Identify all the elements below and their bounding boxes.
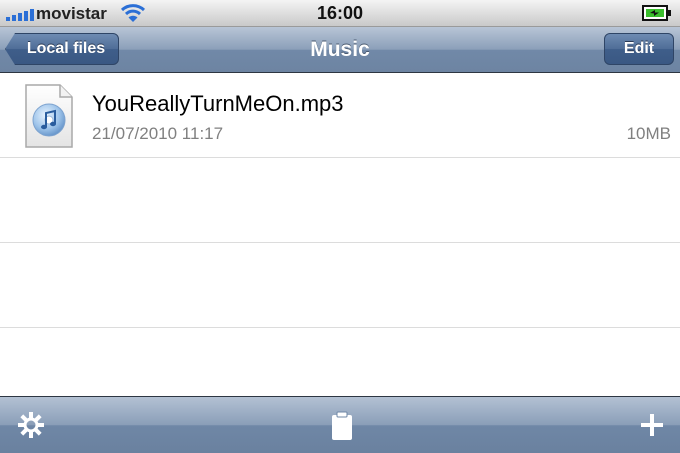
edit-button[interactable]: Edit	[604, 33, 674, 65]
clipboard-icon[interactable]	[331, 411, 353, 441]
status-bar: movistar 16:00	[0, 0, 680, 27]
file-date: 21/07/2010 11:17	[92, 124, 224, 143]
bottom-toolbar	[0, 396, 680, 453]
navigation-bar: Local files Music Edit	[0, 27, 680, 73]
list-item-file[interactable]: YouReallyTurnMeOn.mp3 21/07/2010 11:17 1…	[0, 73, 680, 158]
file-name: YouReallyTurnMeOn.mp3	[92, 91, 344, 116]
file-list: YouReallyTurnMeOn.mp3 21/07/2010 11:17 1…	[0, 73, 680, 413]
page-title: Music	[310, 38, 370, 61]
battery-charging-icon	[642, 5, 671, 21]
gear-icon[interactable]	[18, 412, 44, 438]
music-file-icon	[25, 84, 73, 148]
file-size: 10MB	[626, 124, 671, 143]
empty-row	[0, 243, 680, 328]
empty-row	[0, 158, 680, 243]
status-time: 16:00	[316, 3, 364, 23]
plus-icon[interactable]	[640, 413, 664, 437]
